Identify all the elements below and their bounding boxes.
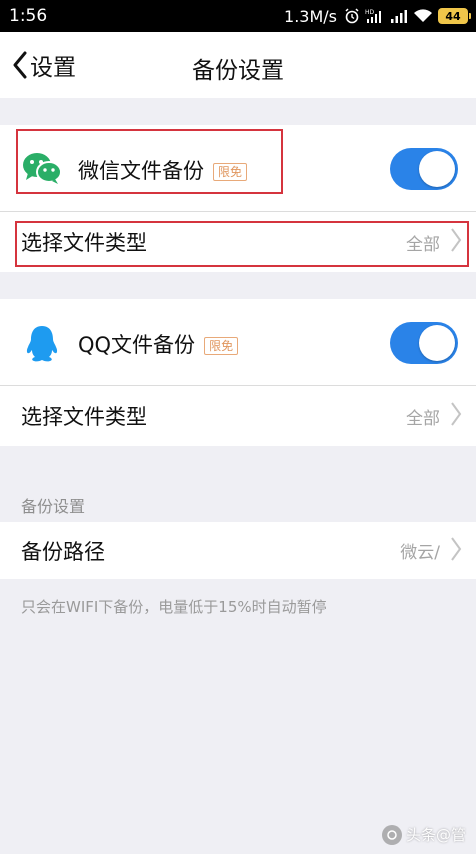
qq-backup-group: QQ文件备份 限免 选择文件类型 全部 bbox=[0, 299, 476, 446]
chevron-right-icon bbox=[450, 401, 462, 431]
qq-file-types-row[interactable]: 选择文件类型 全部 bbox=[0, 386, 476, 446]
wifi-icon bbox=[413, 6, 433, 26]
backup-path-group: 备份路径 微云/ bbox=[0, 522, 476, 579]
footnote: 只会在WIFI下备份，电量低于15%时自动暂停 bbox=[21, 598, 327, 616]
qq-penguin-icon bbox=[25, 325, 59, 367]
free-badge: 限免 bbox=[213, 163, 248, 181]
chevron-right-icon bbox=[450, 536, 462, 566]
section-header: 备份设置 bbox=[21, 497, 86, 516]
status-bar: 1:56 1.3M/s HD 44 bbox=[0, 0, 476, 32]
alarm-icon bbox=[344, 6, 360, 26]
wechat-backup-title: 微信文件备份 bbox=[78, 159, 204, 183]
wechat-file-types-row[interactable]: 选择文件类型 全部 bbox=[0, 212, 476, 272]
qq-file-types-label: 选择文件类型 bbox=[21, 405, 147, 429]
qq-file-types-value: 全部 bbox=[406, 408, 440, 429]
qq-backup-label: QQ文件备份 限免 bbox=[78, 329, 239, 359]
wechat-file-types-label: 选择文件类型 bbox=[21, 231, 147, 255]
qq-backup-title: QQ文件备份 bbox=[78, 333, 196, 357]
watermark-text: 头条@管 bbox=[405, 826, 466, 844]
wechat-backup-row: 微信文件备份 限免 bbox=[0, 125, 476, 212]
wechat-backup-group: 微信文件备份 限免 选择文件类型 全部 bbox=[0, 125, 476, 272]
qq-file-types-value-group: 全部 bbox=[406, 386, 462, 446]
wechat-backup-label: 微信文件备份 限免 bbox=[78, 155, 248, 185]
wechat-file-types-value-group: 全部 bbox=[406, 212, 462, 272]
svg-text:HD: HD bbox=[365, 9, 375, 16]
nav-bar: 设置 备份设置 bbox=[0, 32, 476, 98]
wechat-file-types-value: 全部 bbox=[406, 234, 440, 255]
toggle-knob bbox=[419, 151, 455, 187]
wechat-backup-toggle[interactable] bbox=[390, 148, 458, 190]
watermark: 头条@管 bbox=[381, 824, 466, 845]
chevron-right-icon bbox=[450, 227, 462, 257]
free-badge: 限免 bbox=[204, 337, 239, 355]
backup-path-label: 备份路径 bbox=[21, 540, 105, 564]
page-title: 备份设置 bbox=[192, 58, 284, 84]
backup-path-value-group: 微云/ bbox=[400, 522, 462, 579]
signal-icon bbox=[390, 6, 408, 26]
network-speed: 1.3M/s bbox=[284, 6, 337, 26]
qq-backup-row: QQ文件备份 限免 bbox=[0, 299, 476, 386]
backup-path-row[interactable]: 备份路径 微云/ bbox=[0, 522, 476, 579]
backup-path-value: 微云/ bbox=[400, 543, 440, 563]
battery-level: 44 bbox=[445, 9, 461, 23]
status-time: 1:56 bbox=[9, 6, 48, 26]
battery-icon: 44 bbox=[438, 8, 471, 24]
wechat-icon bbox=[22, 151, 62, 191]
watermark-logo-icon bbox=[381, 824, 402, 845]
toggle-knob bbox=[419, 325, 455, 361]
hd-signal-icon: HD bbox=[365, 6, 385, 26]
qq-backup-toggle[interactable] bbox=[390, 322, 458, 364]
status-icons: 1.3M/s HD 44 bbox=[284, 6, 471, 26]
